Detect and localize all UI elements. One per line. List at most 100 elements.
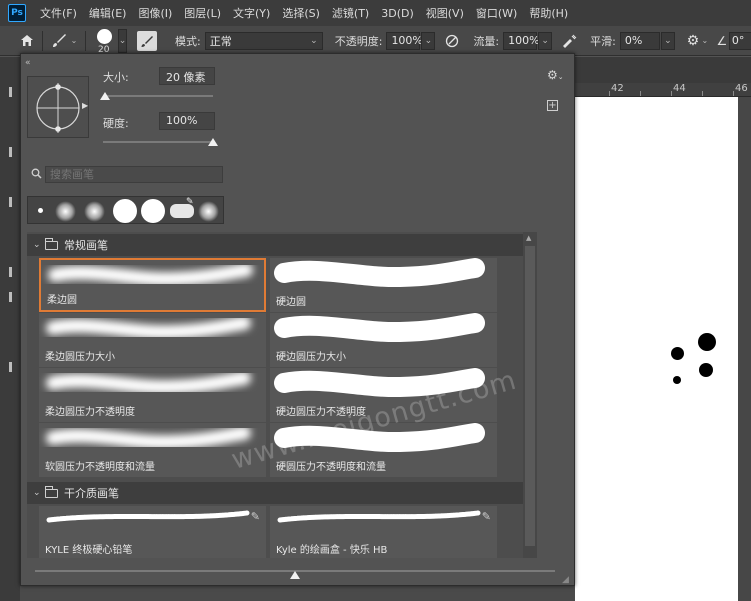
tool-preset-chevron-down-icon[interactable]: ⌄ [69,36,79,45]
brush-preset-name: 硬圆压力不透明度和流量 [276,462,386,473]
tool-marker [9,197,12,207]
brush-group-title: 干介质画笔 [64,487,119,500]
search-brushes-input[interactable] [45,166,223,183]
chevron-down-icon[interactable]: ⌄ [33,488,45,498]
recent-brush-tip[interactable] [198,201,219,222]
tool-marker [9,267,12,277]
pressure-opacity-icon[interactable] [443,34,461,48]
opacity-chevron-down-icon[interactable]: ⌄ [421,31,436,50]
recent-brush-tip[interactable] [38,208,43,213]
tool-marker [9,147,12,157]
search-icon [31,168,42,182]
angle-input[interactable]: 0° [728,31,751,50]
hardness-input[interactable]: 100% [159,112,215,130]
painted-dot [698,333,716,351]
brush-preset-name: 硬边圆压力大小 [276,352,346,363]
ruler-tick [733,91,734,96]
recent-brush-tip[interactable] [55,201,76,222]
home-icon[interactable] [18,34,36,47]
separator [42,30,43,51]
ruler-tick [609,91,610,96]
menu-edit[interactable]: 编辑(E) [83,5,133,21]
menu-help[interactable]: 帮助(H) [523,5,574,21]
gear-chevron-down-icon[interactable]: ⌄ [701,36,709,45]
document-scrollbar[interactable] [738,97,751,601]
painted-dot [671,347,684,360]
menu-bar: Ps 文件(F) 编辑(E) 图像(I) 图层(L) 文字(Y) 选择(S) 滤… [0,0,751,26]
menu-type[interactable]: 文字(Y) [227,5,276,21]
flow-chevron-down-icon[interactable]: ⌄ [538,31,553,50]
hardness-slider-handle[interactable] [208,138,218,146]
ruler-number: 44 [673,83,686,94]
brush-group-title: 常规画笔 [64,239,108,252]
tool-marker [9,292,12,302]
size-input[interactable]: 20 像素 [159,67,215,85]
photoshop-logo-icon: Ps [8,4,26,22]
menu-window[interactable]: 窗口(W) [470,5,523,21]
mode-select[interactable]: 正常 ⌄ [204,31,323,50]
gear-icon[interactable]: ⚙⌄ [547,68,564,82]
hardness-slider[interactable] [103,141,213,143]
pencil-icon: ✎ [186,197,194,207]
ruler-tick [640,91,641,96]
preview-size-slider-handle[interactable] [290,571,300,579]
menu-layer[interactable]: 图层(L) [178,5,227,21]
collapse-icon[interactable]: « [25,58,31,68]
brush-picker-chevron-down-icon[interactable]: ⌄ [118,28,127,53]
recent-brush-tip[interactable] [113,199,137,223]
menu-view[interactable]: 视图(V) [420,5,470,21]
menu-select[interactable]: 选择(S) [276,5,326,21]
mode-chevron-down-icon: ⌄ [310,35,318,46]
brush-preset[interactable]: 柔边圆压力大小 [39,313,266,367]
brush-settings-icon[interactable] [137,30,157,51]
opacity-label: 不透明度: [334,34,383,48]
painted-dot [673,376,681,384]
brush-preset[interactable]: ✎ KYLE 终极硬心铅笔 [39,506,266,558]
brush-preset[interactable]: 硬边圆 [270,258,497,312]
chevron-down-icon[interactable]: ⌄ [33,240,45,250]
pencil-icon: ✎ [250,510,260,523]
tools-panel [0,57,20,601]
document-canvas[interactable] [575,97,738,601]
scrollbar-thumb[interactable] [525,246,535,546]
menu-filter[interactable]: 滤镜(T) [326,5,375,21]
recent-brush-tip[interactable] [84,201,105,222]
ruler-number: 46 [735,83,748,94]
flow-input[interactable]: 100% [503,31,540,50]
tool-marker [9,87,12,97]
ruler-tick [671,91,672,96]
airbrush-icon[interactable] [560,34,578,48]
menu-file[interactable]: 文件(F) [34,5,83,21]
recent-brush-tip[interactable] [141,199,165,223]
brush-preset[interactable]: 柔边圆压力不透明度 [39,368,266,422]
brush-angle-preview[interactable] [27,76,89,138]
brush-icon[interactable] [49,33,69,49]
scroll-up-icon[interactable]: ▲ [526,234,531,242]
angle-arrow-icon[interactable]: ▶ [82,101,88,110]
brush-preset[interactable]: 硬边圆压力大小 [270,313,497,367]
gear-icon[interactable]: ⚙ [685,33,701,49]
smoothing-input[interactable]: 0% [619,31,660,50]
menu-3d[interactable]: 3D(D) [375,7,420,20]
hardness-label: 硬度: [103,117,129,130]
brush-preset[interactable]: 柔边圆 [39,258,266,312]
size-slider-handle[interactable] [100,92,111,100]
brush-preset-name: KYLE 终极硬心铅笔 [45,545,133,556]
preset-list-scrollbar[interactable]: ▲ [523,232,537,558]
smoothing-chevron-down-icon[interactable]: ⌄ [660,31,675,50]
smoothing-label: 平滑: [590,34,616,48]
brush-group-header[interactable]: ⌄ 干介质画笔 [27,482,523,504]
brush-group-header[interactable]: ⌄ 常规画笔 [27,234,523,256]
mode-label: 模式: [175,34,201,48]
pencil-icon: ✎ [481,510,491,523]
brush-preset-name: 柔边圆压力不透明度 [45,407,135,418]
opacity-input[interactable]: 100% [386,31,423,50]
brush-picker-button[interactable]: 20 [92,27,118,55]
new-brush-icon[interactable]: + [547,100,558,111]
menu-image[interactable]: 图像(I) [132,5,178,21]
resize-grip-icon[interactable]: ◢ [562,575,572,585]
brush-preset[interactable]: ✎ Kyle 的绘画盒 - 快乐 HB [270,506,497,558]
size-slider[interactable] [103,95,213,97]
brush-tip-shape [36,83,80,133]
folder-icon [45,237,58,250]
